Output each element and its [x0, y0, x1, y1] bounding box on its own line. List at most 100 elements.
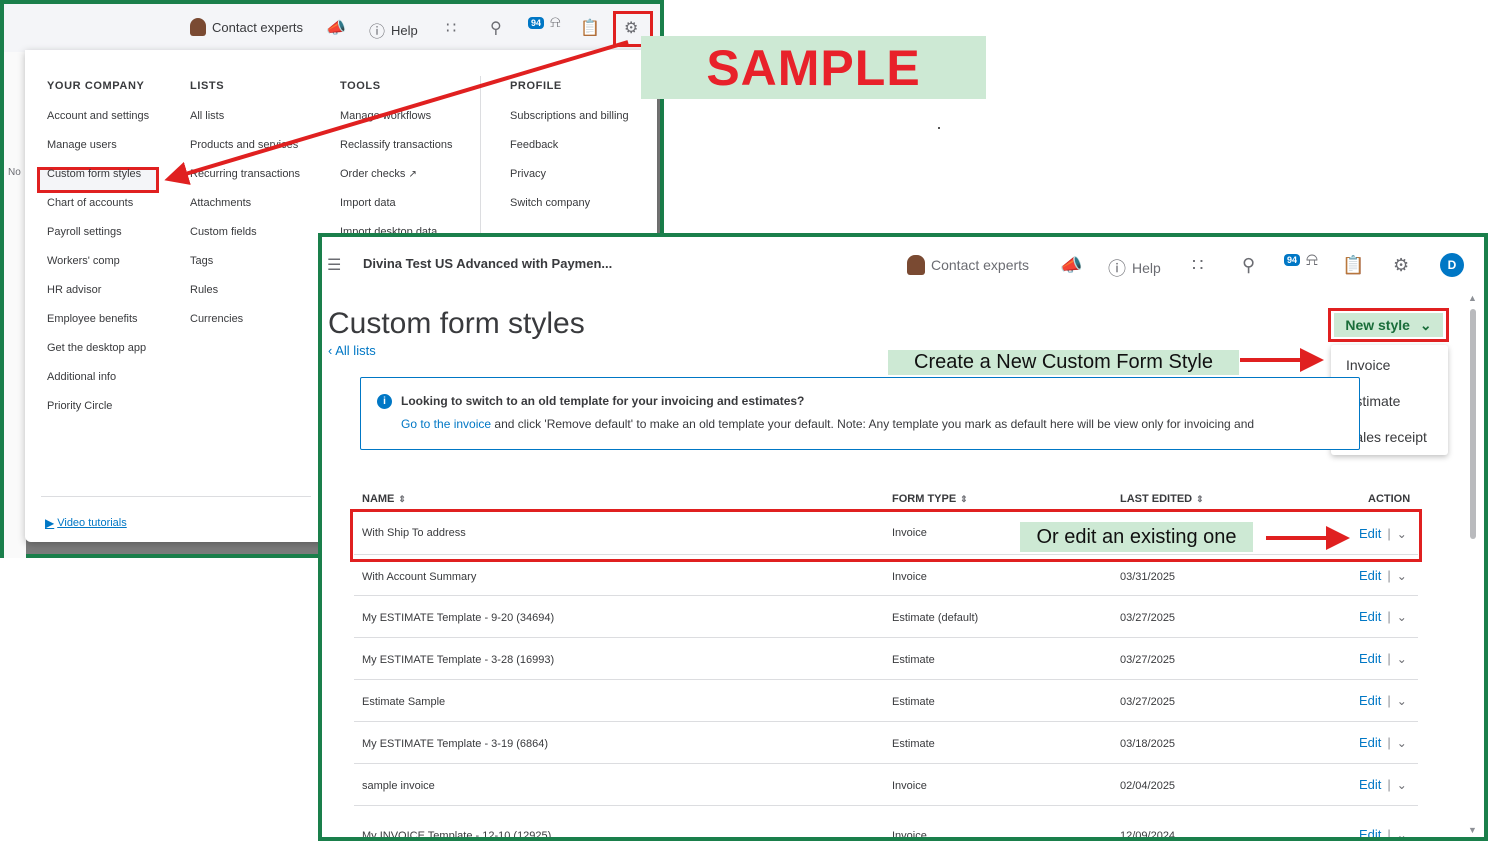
column-header-last-edited[interactable]: LAST EDITED ⇕ — [1120, 493, 1204, 505]
menu-item-switch-company[interactable]: Switch company — [510, 189, 629, 218]
menu-item-custom-fields[interactable]: Custom fields — [190, 218, 300, 247]
vertical-scrollbar[interactable]: ▲ ▼ — [1468, 293, 1478, 837]
menu-item-custom-form-styles[interactable]: Custom form styles — [47, 160, 149, 189]
chevron-down-icon[interactable]: ⌄ — [1397, 610, 1407, 624]
edit-link[interactable]: Edit — [1359, 651, 1381, 666]
video-tutorials-link[interactable]: ▶ Video tutorials — [45, 516, 127, 530]
menu-heading: PROFILE — [510, 80, 562, 92]
menu-item-attachments[interactable]: Attachments — [190, 189, 300, 218]
page-title: Custom form styles — [328, 307, 585, 340]
help-circle-icon: ⓘ — [369, 24, 386, 41]
menu-item-hr-advisor[interactable]: HR advisor — [47, 276, 149, 305]
megaphone-icon: 📣 — [1060, 255, 1083, 275]
apps-button[interactable]: ∷ — [446, 18, 456, 38]
table-row[interactable]: sample invoice Invoice 02/04/2025 Edit | ⌄ — [354, 764, 1418, 806]
menu-toggle-button[interactable]: ☰ — [327, 255, 341, 275]
edit-link[interactable]: Edit — [1359, 568, 1381, 583]
new-style-option-invoice[interactable]: Invoice — [1346, 357, 1390, 373]
menu-item-employee-benefits[interactable]: Employee benefits — [47, 305, 149, 334]
go-to-invoice-link[interactable]: Go to the invoice — [401, 417, 491, 431]
edit-link[interactable]: Edit — [1359, 827, 1381, 837]
scroll-down-icon[interactable]: ▼ — [1468, 825, 1477, 835]
search-icon: ⚲ — [490, 20, 502, 37]
menu-item-order-checks[interactable]: Order checks ↗ — [340, 160, 453, 189]
chevron-down-icon[interactable]: ⌄ — [1397, 828, 1407, 838]
announcements-button[interactable]: 📣 — [326, 18, 346, 38]
menu-item-rules[interactable]: Rules — [190, 276, 300, 305]
company-name[interactable]: Divina Test US Advanced with Paymen... — [363, 256, 612, 271]
edit-link[interactable]: Edit — [1359, 777, 1381, 792]
column-header-form-type[interactable]: FORM TYPE ⇕ — [892, 493, 968, 505]
form-type: Invoice — [892, 571, 927, 583]
table-row[interactable]: My INVOICE Template - 12-10 (12925) Invo… — [354, 806, 1418, 838]
new-style-button[interactable]: New style ⌄ — [1334, 313, 1443, 337]
info-banner: i Looking to switch to an old template f… — [360, 377, 1360, 450]
chevron-down-icon[interactable]: ⌄ — [1397, 694, 1407, 708]
help-button[interactable]: ⓘ Help — [1108, 255, 1161, 281]
chevron-down-icon[interactable]: ⌄ — [1397, 652, 1407, 666]
menu-item-chart-of-accounts[interactable]: Chart of accounts — [47, 189, 149, 218]
menu-item-import-data[interactable]: Import data — [340, 189, 453, 218]
menu-item-recurring-transactions[interactable]: Recurring transactions — [190, 160, 300, 189]
user-avatar[interactable]: D — [1440, 253, 1464, 277]
action-separator: | — [1387, 693, 1391, 708]
table-row[interactable]: Estimate Sample Estimate 03/27/2025 Edit… — [354, 680, 1418, 722]
chevron-down-icon[interactable]: ⌄ — [1397, 736, 1407, 750]
menu-column-your-company: YOUR COMPANY Account and settings Manage… — [47, 80, 149, 421]
help-button[interactable]: ⓘ Help — [369, 18, 418, 42]
notifications-button[interactable]: 94 ⍾ — [1284, 249, 1318, 270]
table-row[interactable]: My ESTIMATE Template - 9-20 (34694) Esti… — [354, 596, 1418, 638]
menu-item-tags[interactable]: Tags — [190, 247, 300, 276]
form-type: Estimate — [892, 738, 935, 750]
menu-item-reclassify-transactions[interactable]: Reclassify transactions — [340, 131, 453, 160]
contact-experts-button[interactable]: Contact experts — [907, 255, 1029, 275]
menu-item-products-services[interactable]: Products and services — [190, 131, 300, 160]
scroll-up-icon[interactable]: ▲ — [1468, 293, 1477, 303]
info-title: Looking to switch to an old template for… — [401, 394, 805, 408]
apps-button[interactable]: ∷ — [1192, 255, 1203, 276]
edit-link[interactable]: Edit — [1359, 735, 1381, 750]
notifications-button[interactable]: 94 ⍾ — [528, 14, 561, 32]
menu-item-feedback[interactable]: Feedback — [510, 131, 629, 160]
form-name: With Account Summary — [362, 571, 477, 583]
column-header-name[interactable]: NAME ⇕ — [362, 493, 406, 505]
tasks-button[interactable]: 📋 — [1342, 255, 1364, 276]
action-separator: | — [1387, 777, 1391, 792]
settings-button[interactable]: ⚙ — [1393, 255, 1409, 276]
scroll-thumb[interactable] — [1470, 309, 1476, 539]
menu-divider — [480, 76, 481, 236]
header-label: LAST EDITED — [1120, 493, 1193, 505]
menu-item-manage-users[interactable]: Manage users — [47, 131, 149, 160]
menu-item-desktop-app[interactable]: Get the desktop app — [47, 334, 149, 363]
apps-grid-icon: ∷ — [446, 20, 457, 37]
menu-item-all-lists[interactable]: All lists — [190, 102, 300, 131]
search-button[interactable]: ⚲ — [490, 18, 502, 38]
all-lists-back-link[interactable]: ‹ All lists — [328, 343, 376, 358]
action-separator: | — [1387, 735, 1391, 750]
create-annotation-label: Create a New Custom Form Style — [888, 350, 1239, 375]
table-row[interactable]: My ESTIMATE Template - 3-28 (16993) Esti… — [354, 638, 1418, 680]
announcements-button[interactable]: 📣 — [1060, 255, 1082, 276]
menu-item-account-settings[interactable]: Account and settings — [47, 102, 149, 131]
info-icon: i — [377, 394, 392, 409]
table-row[interactable]: My ESTIMATE Template - 3-19 (6864) Estim… — [354, 722, 1418, 764]
edit-link[interactable]: Edit — [1359, 609, 1381, 624]
search-button[interactable]: ⚲ — [1242, 255, 1255, 276]
form-name: sample invoice — [362, 780, 435, 792]
menu-item-additional-info[interactable]: Additional info — [47, 363, 149, 392]
menu-item-subscriptions-billing[interactable]: Subscriptions and billing — [510, 102, 629, 131]
menu-item-manage-workflows[interactable]: Manage workflows — [340, 102, 453, 131]
menu-item-currencies[interactable]: Currencies — [190, 305, 300, 334]
chevron-down-icon[interactable]: ⌄ — [1397, 569, 1407, 583]
tasks-button[interactable]: 📋 — [580, 18, 600, 38]
menu-item-priority-circle[interactable]: Priority Circle — [47, 392, 149, 421]
contact-experts-label: Contact experts — [212, 19, 304, 35]
chevron-down-icon[interactable]: ⌄ — [1397, 778, 1407, 792]
contact-experts-button[interactable]: Contact experts — [190, 18, 303, 36]
form-name: My ESTIMATE Template - 9-20 (34694) — [362, 612, 555, 624]
info-body-text: and click 'Remove default' to make an ol… — [491, 417, 1255, 431]
menu-item-privacy[interactable]: Privacy — [510, 160, 629, 189]
menu-item-payroll-settings[interactable]: Payroll settings — [47, 218, 149, 247]
menu-item-workers-comp[interactable]: Workers' comp — [47, 247, 149, 276]
edit-link[interactable]: Edit — [1359, 693, 1381, 708]
